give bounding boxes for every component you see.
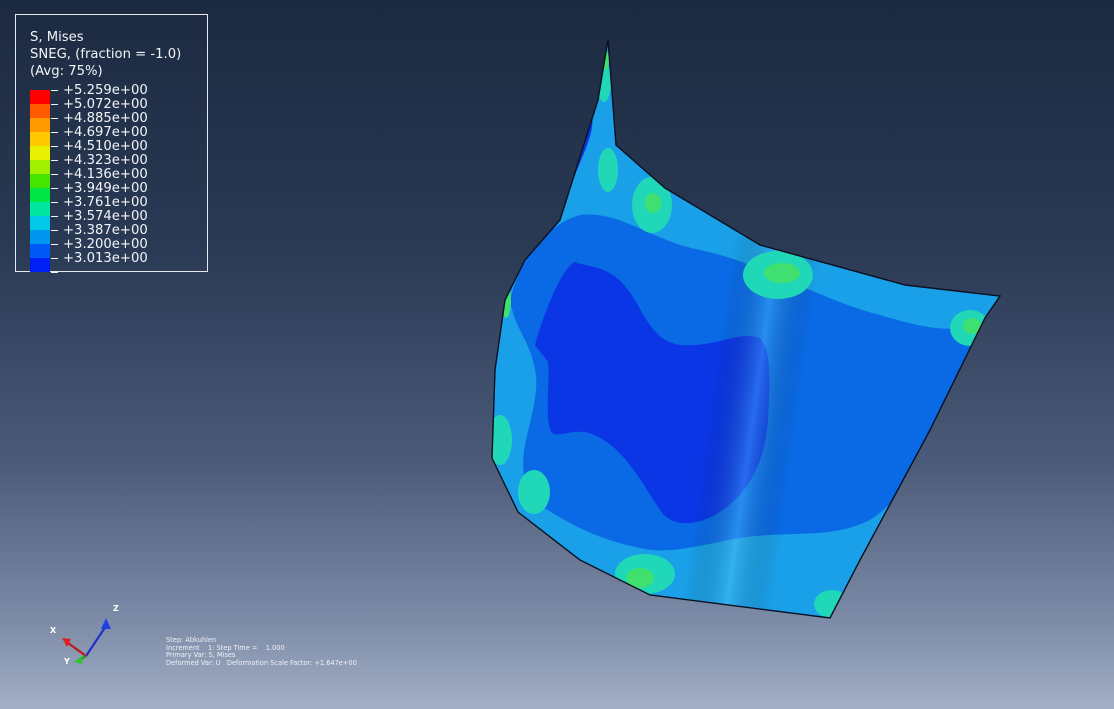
- legend-title-line: SNEG, (fraction = -1.0): [30, 47, 182, 62]
- legend-color-swatch: [30, 202, 50, 216]
- legend-tick: [51, 174, 58, 175]
- legend-tick: [51, 118, 58, 119]
- legend-title-line: (Avg: 75%): [30, 64, 103, 79]
- legend-color-swatch: [30, 118, 50, 132]
- legend-tick: [51, 272, 58, 273]
- legend-color-swatch: [30, 90, 50, 104]
- legend-tick: [51, 90, 58, 91]
- legend-title-line: S, Mises: [30, 30, 84, 45]
- legend-color-swatch: [30, 216, 50, 230]
- legend-value-label: +3.013e+00: [63, 251, 148, 266]
- triad-z-label: Z: [113, 604, 119, 613]
- legend-color-swatch: [30, 160, 50, 174]
- legend-tick: [51, 202, 58, 203]
- legend-tick: [51, 132, 58, 133]
- legend-tick: [51, 146, 58, 147]
- triad-x-label: X: [50, 626, 57, 635]
- legend-color-swatch: [30, 258, 50, 272]
- legend-color-swatch: [30, 188, 50, 202]
- legend-tick: [51, 244, 58, 245]
- legend-tick: [51, 216, 58, 217]
- legend-tick: [51, 188, 58, 189]
- legend-color-swatch: [30, 244, 50, 258]
- legend-color-swatch: [30, 104, 50, 118]
- view-triad: Z X Y: [50, 604, 119, 666]
- legend-tick: [51, 104, 58, 105]
- legend-color-swatch: [30, 230, 50, 244]
- viewport-info: Step: Abkuhlen Increment 1: Step Time = …: [166, 636, 357, 667]
- legend-tick: [51, 230, 58, 231]
- legend-tick: [51, 160, 58, 161]
- contour-legend: S, Mises SNEG, (fraction = -1.0) (Avg: 75%…: [15, 14, 208, 273]
- info-deformed-var: Deformed Var: U Deformation Scale Factor…: [166, 658, 357, 667]
- triad-y-label: Y: [63, 657, 70, 666]
- viewport[interactable]: S, Mises SNEG, (fraction = -1.0) (Avg: 75%…: [0, 0, 1114, 709]
- legend-color-swatch: [30, 174, 50, 188]
- legend-color-swatch: [30, 146, 50, 160]
- legend-color-swatch: [30, 132, 50, 146]
- legend-tick: [51, 258, 58, 259]
